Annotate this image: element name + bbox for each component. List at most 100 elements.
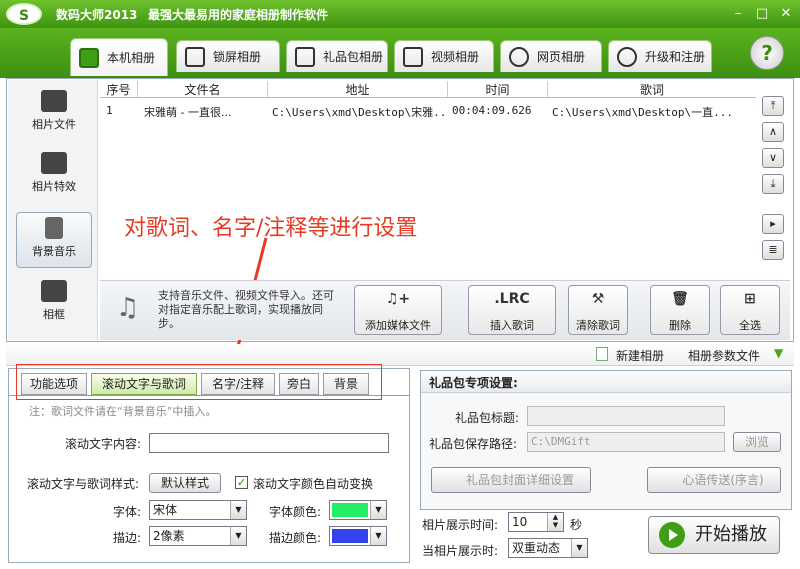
stroke-color-swatch: [332, 529, 368, 543]
globe-icon: [617, 46, 637, 67]
chevron-down-icon: ▼: [230, 527, 246, 545]
annotation-highlight-box: [16, 364, 382, 400]
col-header-filename[interactable]: 文件名: [138, 81, 268, 97]
person-icon: [79, 47, 99, 68]
gift-settings-title: 礼品包专项设置:: [421, 371, 791, 393]
start-playback-button[interactable]: 开始播放: [648, 516, 780, 554]
sidebar: 相片文件 相片特效 背景音乐 相框: [8, 80, 98, 340]
tab-local-album[interactable]: 本机相册: [70, 38, 168, 76]
cell-path: C:\Users\xmd\Desktop\宋雅...: [272, 106, 444, 119]
display-mode-select[interactable]: 双重动态 ▼: [508, 538, 588, 558]
scroll-text-input[interactable]: [149, 433, 389, 453]
auto-color-label: 滚动文字颜色自动变换: [253, 477, 374, 491]
stroke-label: 描边:: [113, 531, 142, 545]
sidebar-item-photo-files[interactable]: 相片文件: [16, 86, 92, 142]
add-media-button[interactable]: ♫+ 添加媒体文件: [354, 285, 442, 335]
chevron-down-icon: ▼: [370, 501, 386, 519]
save-path-label: 礼品包保存路径:: [429, 437, 518, 451]
style-label: 滚动文字与歌词样式:: [27, 477, 140, 491]
clear-lyrics-button[interactable]: ⚒ 清除歌词: [568, 285, 628, 335]
cell-index: 1: [106, 104, 113, 117]
select-all-button[interactable]: ⊞ 全选: [720, 285, 780, 335]
table-header: 序号 文件名 地址 时间 歌词: [100, 80, 756, 98]
display-time-spinner[interactable]: 10 ▲ ▼: [508, 512, 564, 532]
font-color-label: 字体颜色:: [269, 505, 322, 519]
music-table: 序号 文件名 地址 时间 歌词 1 宋雅萌 - 一直很... C:\Users\…: [100, 80, 756, 276]
chevron-down-icon[interactable]: ▼: [774, 346, 783, 360]
delete-button[interactable]: 🗑 删除: [650, 285, 710, 335]
col-header-time[interactable]: 时间: [448, 81, 548, 97]
chevron-down-icon: ▼: [370, 527, 386, 545]
scroll-text-label: 滚动文字内容:: [65, 437, 142, 451]
message-button[interactable]: 心语传送(序言): [647, 467, 781, 493]
music-toolbar: ♫ 支持音乐文件、视频文件导入。还可对指定音乐配上歌词，实现播放同步。 ♫+ 添加…: [100, 280, 790, 340]
ie-icon: [509, 46, 529, 67]
sidebar-item-background-music[interactable]: 背景音乐: [16, 212, 92, 268]
minimize-icon[interactable]: –: [728, 5, 748, 23]
album-params-link[interactable]: 相册参数文件: [688, 347, 760, 364]
tab-web-album[interactable]: 网页相册: [500, 40, 602, 72]
stroke-select[interactable]: 2像素 ▼: [149, 526, 247, 546]
tab-lockscreen-album[interactable]: 锁屏相册: [176, 40, 280, 72]
col-header-lyrics[interactable]: 歌词: [548, 81, 756, 97]
move-down-icon[interactable]: ∨: [762, 148, 784, 168]
main-tab-bar: 本机相册 锁屏相册 礼品包相册 视频相册 网页相册 升级和注册 ?: [0, 28, 800, 78]
col-header-index[interactable]: 序号: [100, 81, 138, 97]
col-header-path[interactable]: 地址: [268, 81, 448, 97]
move-up-icon[interactable]: ∧: [762, 122, 784, 142]
chevron-down-icon: ▼: [230, 501, 246, 519]
new-album-link[interactable]: 新建相册: [616, 347, 664, 364]
lrc-icon: .LRC: [494, 291, 530, 307]
tab-gift-album[interactable]: 礼品包相册: [286, 40, 388, 72]
insert-lyrics-button[interactable]: .LRC 插入歌词: [468, 285, 556, 335]
default-style-button[interactable]: 默认样式: [149, 473, 221, 493]
move-top-icon[interactable]: ⤒: [762, 96, 784, 116]
app-name: 数码大师2013: [56, 8, 138, 22]
sidebar-item-photo-effects[interactable]: 相片特效: [16, 148, 92, 204]
font-select[interactable]: 宋体 ▼: [149, 500, 247, 520]
camera-icon: [41, 90, 67, 112]
sidebar-item-frame[interactable]: 相框: [16, 276, 92, 332]
gift-settings-panel: 礼品包专项设置: 礼品包标题: 礼品包保存路径: C:\DMGift 浏览 礼品…: [420, 370, 792, 510]
grid-icon: ⊞: [744, 291, 756, 307]
tab-video-album[interactable]: 视频相册: [394, 40, 494, 72]
effects-icon: [41, 152, 67, 174]
film-icon: [403, 46, 423, 67]
eraser-icon: ⚒: [591, 291, 605, 307]
maximize-icon[interactable]: □: [752, 5, 772, 23]
new-document-icon: [596, 347, 608, 361]
cell-lyrics: C:\Users\xmd\Desktop\一直...: [552, 106, 733, 119]
play-icon: [659, 522, 685, 548]
gift-icon: [295, 46, 315, 67]
add-music-icon: ♫+: [385, 291, 411, 307]
auto-color-checkbox[interactable]: ✓: [235, 476, 248, 489]
help-button[interactable]: ?: [750, 36, 784, 70]
picture-frame-icon: [41, 280, 67, 302]
gift-cover-button[interactable]: 礼品包封面详细设置: [431, 467, 591, 493]
play-preview-icon[interactable]: ▸: [762, 214, 784, 234]
monitor-icon: [185, 46, 205, 67]
display-mode-label: 当相片展示时:: [422, 544, 499, 558]
close-icon[interactable]: ✕: [776, 5, 796, 23]
chevron-down-icon: ▼: [571, 539, 587, 557]
font-color-swatch: [332, 503, 368, 517]
stroke-color-label: 描边颜色:: [269, 531, 322, 545]
save-path-input[interactable]: C:\DMGift: [527, 432, 725, 452]
tab-upgrade-register[interactable]: 升级和注册: [608, 40, 712, 72]
toolbar-note: 支持音乐文件、视频文件导入。还可对指定音乐配上歌词，实现播放同步。: [158, 289, 334, 330]
stroke-color-picker[interactable]: ▼: [329, 526, 387, 546]
trash-icon: 🗑: [671, 291, 689, 307]
gift-title-input[interactable]: [527, 406, 725, 426]
properties-icon[interactable]: ≣: [762, 240, 784, 260]
font-color-picker[interactable]: ▼: [329, 500, 387, 520]
lyrics-note: 注：歌词文件请在“背景音乐”中插入。: [29, 405, 217, 418]
gift-title-label: 礼品包标题:: [455, 411, 520, 425]
title-bar: S 数码大师2013 最强大最易用的家庭相册制作软件 – □ ✕: [0, 0, 800, 28]
browse-button[interactable]: 浏览: [733, 432, 781, 452]
display-time-label: 相片展示时间:: [422, 518, 499, 532]
music-notes-icon: ♫: [116, 293, 140, 323]
seconds-unit: 秒: [570, 518, 583, 532]
move-bottom-icon[interactable]: ⤓: [762, 174, 784, 194]
album-strip: 新建相册 相册参数文件 ▼: [6, 344, 794, 366]
app-logo-icon: S: [6, 3, 42, 25]
